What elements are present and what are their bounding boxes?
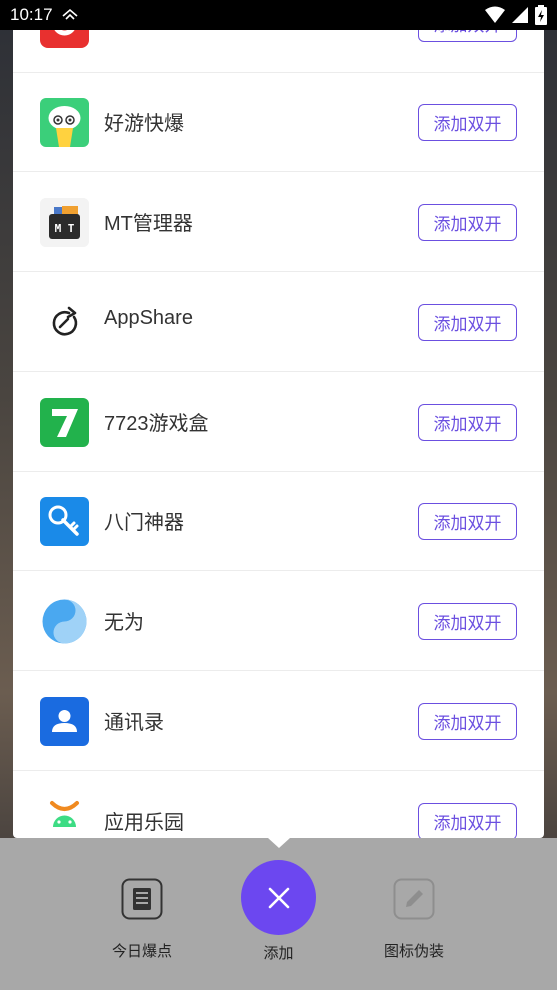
nav-add-label-wrap: 添加 — [238, 942, 319, 963]
list-item[interactable]: 通讯录 添加双开 — [13, 672, 544, 771]
add-clone-button[interactable]: 添加双开 — [418, 503, 517, 540]
nav-today-hot[interactable]: 今日爆点 — [100, 878, 184, 961]
cast-icon — [62, 8, 78, 20]
app-name: 应用乐园 — [104, 812, 184, 834]
nav-label-icon-disguise: 图标伪装 — [383, 942, 444, 960]
nav-label-add: 添加 — [263, 944, 294, 962]
add-clone-button[interactable]: 添加双开 — [418, 803, 517, 838]
wuwei-icon — [40, 597, 89, 646]
list-item[interactable]: 应用乐园 添加双开 — [13, 772, 544, 838]
svg-text:M T: M T — [55, 222, 75, 235]
android-icon — [40, 797, 89, 838]
app-name: 好游快爆 — [104, 113, 184, 135]
list-item[interactable]: 好游快爆 添加双开 — [13, 73, 544, 172]
signal-icon — [512, 7, 528, 23]
wifi-icon — [485, 6, 505, 23]
red-app-icon — [40, 30, 89, 48]
status-bar: 10:17 — [0, 0, 557, 30]
bamen-icon — [40, 497, 89, 546]
close-icon — [268, 887, 289, 908]
add-clone-button[interactable]: 添加双开 — [418, 104, 517, 141]
contacts-icon — [40, 697, 89, 746]
7723-icon — [40, 398, 89, 447]
mt-manager-icon: M T — [40, 198, 89, 247]
add-clone-button[interactable]: 添加双开 — [418, 30, 517, 42]
app-list-panel: 添加双开 好游快爆 添加双开 M T — [13, 30, 544, 838]
appshare-icon — [40, 298, 89, 347]
list-item[interactable]: M T MT管理器 添加双开 — [13, 173, 544, 272]
list-item[interactable]: 无为 添加双开 — [13, 572, 544, 671]
add-clone-button[interactable]: 添加双开 — [418, 304, 517, 341]
app-name: 通讯录 — [104, 712, 164, 734]
add-clone-button[interactable]: 添加双开 — [418, 603, 517, 640]
list-item[interactable]: 7723游戏盒 添加双开 — [13, 373, 544, 472]
haoyou-icon — [40, 98, 89, 147]
list-item[interactable]: 添加双开 — [13, 30, 544, 73]
add-clone-button[interactable]: 添加双开 — [418, 404, 517, 441]
status-time: 10:17 — [10, 5, 53, 24]
nav-icon-disguise[interactable]: 图标伪装 — [372, 878, 456, 961]
close-add-button[interactable] — [241, 860, 316, 935]
app-name: 7723游戏盒 — [104, 413, 209, 435]
edit-icon — [393, 878, 435, 920]
panel-pointer — [268, 838, 290, 848]
app-name: 无为 — [104, 612, 144, 634]
battery-icon — [535, 5, 547, 25]
list-item[interactable]: AppShare 添加双开 — [13, 273, 544, 372]
app-name: MT管理器 — [104, 213, 193, 235]
add-clone-button[interactable]: 添加双开 — [418, 703, 517, 740]
app-name: 八门神器 — [104, 512, 184, 534]
news-icon — [121, 878, 163, 920]
add-clone-button[interactable]: 添加双开 — [418, 204, 517, 241]
app-name: AppShare — [104, 307, 193, 329]
nav-label-today-hot: 今日爆点 — [111, 942, 172, 960]
list-item[interactable]: 八门神器 添加双开 — [13, 472, 544, 571]
